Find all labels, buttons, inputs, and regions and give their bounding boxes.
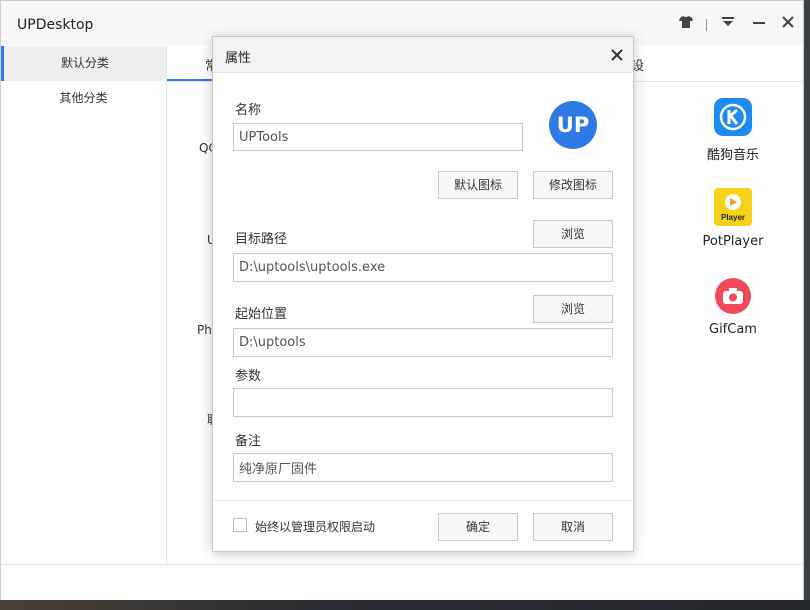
dialog-footer: 始终以管理员权限启动 确定 取消 [213, 500, 633, 551]
name-input[interactable] [233, 123, 523, 151]
admin-checkbox[interactable] [233, 518, 247, 532]
dialog-title: 属性 [225, 51, 252, 66]
note-label: 备注 [235, 434, 262, 449]
params-input[interactable] [233, 388, 613, 417]
params-label: 参数 [235, 369, 262, 384]
shirt-icon[interactable] [678, 16, 694, 32]
app-title: UPDesktop [17, 17, 94, 33]
potplayer-icon: Player [714, 188, 752, 226]
cancel-button[interactable]: 取消 [533, 513, 613, 541]
default-icon-button[interactable]: 默认图标 [438, 171, 518, 199]
target-path-label: 目标路径 [235, 232, 288, 247]
sidebar-item-default[interactable]: 默认分类 [1, 46, 166, 81]
sidebar-item-other[interactable]: 其他分类 [1, 81, 166, 116]
title-separator [706, 19, 707, 31]
ok-button[interactable]: 确定 [438, 513, 518, 541]
properties-dialog: 属性 名称 UP 默认图标 修改图标 目标路径 浏览 起始位置 浏览 参数 备注… [212, 36, 634, 552]
target-path-input[interactable] [233, 253, 613, 282]
start-location-input[interactable] [233, 328, 613, 357]
dialog-close-icon[interactable] [611, 43, 623, 66]
dialog-header: 属性 [213, 37, 633, 73]
admin-checkbox-label[interactable]: 始终以管理员权限启动 [255, 518, 375, 535]
name-label: 名称 [235, 103, 262, 118]
app-tile-potplayer[interactable]: Player PotPlayer [688, 188, 778, 249]
browse-start-button[interactable]: 浏览 [533, 295, 613, 323]
minimize-icon[interactable] [751, 16, 767, 32]
app-name: GifCam [709, 322, 757, 337]
kugou-icon [714, 98, 752, 136]
status-footer [1, 564, 803, 603]
app-tile-kugou[interactable]: 酷狗音乐 [688, 98, 778, 163]
tab-common[interactable]: 常 [167, 45, 218, 81]
modify-icon-button[interactable]: 修改图标 [533, 171, 613, 199]
app-label-partial: Ph [197, 323, 212, 337]
app-name: 酷狗音乐 [706, 148, 759, 163]
app-name: PotPlayer [702, 234, 764, 249]
browse-target-button[interactable]: 浏览 [533, 220, 613, 248]
note-input[interactable] [233, 453, 613, 482]
gifcam-icon [715, 278, 751, 314]
menu-icon[interactable] [720, 16, 736, 32]
desktop-background [0, 600, 810, 610]
start-location-label: 起始位置 [235, 307, 288, 322]
app-tile-gifcam[interactable]: GifCam [688, 278, 778, 337]
sidebar: 默认分类 其他分类 [1, 45, 167, 565]
svg-text:Player: Player [721, 213, 745, 222]
app-logo-icon: UP [549, 101, 597, 149]
close-icon[interactable] [780, 16, 796, 32]
